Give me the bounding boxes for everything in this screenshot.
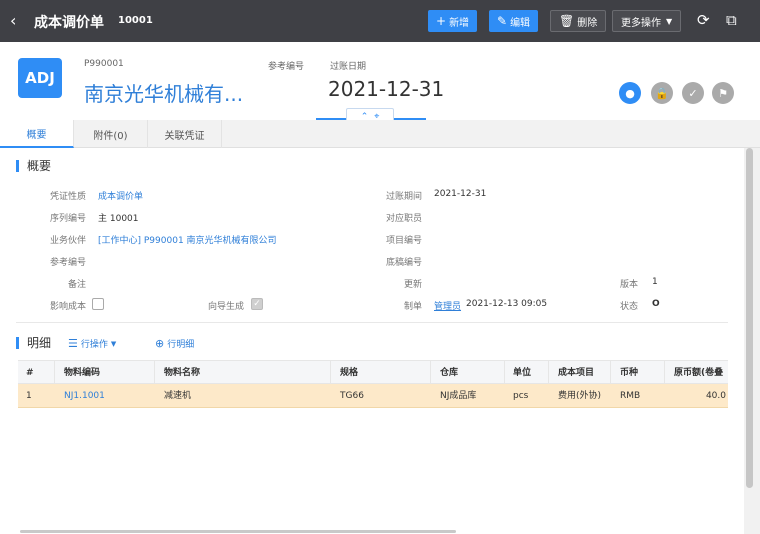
plus-icon: + bbox=[436, 14, 447, 28]
status-value: O bbox=[652, 299, 660, 309]
edit-button[interactable]: ✎ 编辑 bbox=[489, 10, 539, 32]
chevron-down-icon: ▼ bbox=[666, 16, 673, 26]
serial-value: 主 10001 bbox=[98, 214, 139, 224]
back-icon[interactable]: ‹ bbox=[10, 11, 16, 30]
wizard-generated-label: 向导生成 bbox=[207, 302, 244, 312]
original-amount: 40.0 bbox=[705, 391, 726, 401]
add-circle-icon: ⊕ bbox=[155, 337, 165, 350]
lock-icon[interactable]: 🔒 bbox=[651, 82, 673, 104]
column-separator bbox=[430, 361, 431, 385]
row-operations-menu[interactable]: ☰ 行操作 ▼ bbox=[68, 337, 116, 350]
top-bar: ‹ 成本调价单 10001 + 新增 ✎ 编辑 🗑 删除 更多操作 ▼ ⟳ ⧉ bbox=[0, 0, 760, 42]
column-separator bbox=[330, 361, 331, 385]
partner-code: P990001 bbox=[84, 59, 124, 69]
doc-number: 10001 bbox=[118, 15, 153, 26]
column-header: 单位 bbox=[513, 368, 532, 378]
tab-attachments[interactable]: 附件(0) bbox=[74, 120, 148, 148]
horizontal-scrollbar[interactable] bbox=[20, 530, 456, 533]
refresh-icon[interactable]: ⟳ bbox=[697, 11, 710, 29]
partner-name[interactable]: 南京光华机械有... bbox=[84, 78, 243, 107]
delete-button-label: 删除 bbox=[577, 17, 598, 29]
row-detail-label: 行明细 bbox=[167, 340, 195, 350]
ref-number-label: 参考编号 bbox=[268, 62, 305, 72]
period-label: 过账期间 bbox=[385, 192, 422, 202]
cost-item: 费用(外协) bbox=[558, 391, 602, 401]
tab-summary[interactable]: 概要 bbox=[0, 120, 74, 148]
version-label: 版本 bbox=[619, 280, 638, 290]
column-separator bbox=[54, 361, 55, 385]
trash-icon: 🗑 bbox=[559, 14, 575, 28]
new-button[interactable]: + 新增 bbox=[428, 10, 478, 32]
ref-number-field-label: 参考编号 bbox=[49, 258, 86, 268]
affect-cost-checkbox[interactable] bbox=[92, 298, 104, 310]
column-header: 物料编码 bbox=[64, 368, 101, 378]
detail-section-title: 明细 bbox=[16, 337, 51, 349]
item-name: 减速机 bbox=[164, 391, 192, 401]
summary-section-title: 概要 bbox=[16, 160, 51, 172]
column-header: 原币额(卷叠 bbox=[674, 368, 724, 378]
column-header: # bbox=[26, 368, 34, 378]
unit: pcs bbox=[513, 391, 529, 401]
column-separator bbox=[610, 361, 611, 385]
doc-type-avatar: ADJ bbox=[18, 58, 62, 98]
column-header: 规格 bbox=[340, 368, 359, 378]
column-separator bbox=[664, 361, 665, 385]
row-index: 1 bbox=[26, 391, 32, 401]
column-separator bbox=[154, 361, 155, 385]
item-spec: TG66 bbox=[340, 391, 364, 401]
table-header: # 物料编码 物料名称 规格 仓库 单位 成本项目 币种 原币额(卷叠 bbox=[18, 360, 728, 385]
status-label: 状态 bbox=[619, 302, 638, 312]
list-icon: ☰ bbox=[68, 337, 78, 350]
status-open-icon[interactable]: ● bbox=[619, 82, 641, 104]
tab-related-vouchers[interactable]: 关联凭证 bbox=[148, 120, 222, 148]
table-row[interactable]: 1 NJ1.1001 减速机 TG66 NJ成品库 pcs 费用(外协) RMB… bbox=[18, 384, 728, 408]
open-external-icon[interactable]: ⧉ bbox=[726, 11, 737, 29]
affect-cost-label: 影响成本 bbox=[49, 302, 86, 312]
remark-label: 备注 bbox=[67, 280, 86, 290]
more-actions-label: 更多操作 bbox=[621, 17, 661, 29]
column-separator bbox=[548, 361, 549, 385]
serial-label: 序列编号 bbox=[49, 214, 86, 224]
vertical-scrollbar-thumb[interactable] bbox=[746, 148, 753, 488]
period-value: 2021-12-31 bbox=[434, 189, 487, 199]
update-label: 更新 bbox=[403, 280, 422, 290]
delete-button[interactable]: 🗑 删除 bbox=[550, 10, 607, 32]
draft-label: 底稿编号 bbox=[385, 258, 422, 268]
project-label: 项目编号 bbox=[385, 236, 422, 246]
chevron-down-icon: ▼ bbox=[110, 339, 117, 348]
column-header: 物料名称 bbox=[164, 368, 201, 378]
column-header: 成本项目 bbox=[558, 368, 595, 378]
tab-bar: 概要 附件(0) 关联凭证 bbox=[0, 120, 760, 148]
maker-value[interactable]: 管理员 bbox=[434, 299, 461, 312]
approve-check-icon[interactable]: ✓ bbox=[682, 82, 704, 104]
new-button-label: 新增 bbox=[449, 17, 470, 29]
section-divider bbox=[16, 322, 728, 323]
partner-value[interactable]: [工作中心] P990001 南京光华机械有限公司 bbox=[98, 233, 277, 246]
wizard-generated-checkbox[interactable]: ✓ bbox=[251, 298, 263, 310]
post-date-value: 2021-12-31 bbox=[328, 77, 445, 101]
nature-label: 凭证性质 bbox=[49, 192, 86, 202]
currency: RMB bbox=[620, 391, 641, 401]
row-operations-label: 行操作 bbox=[80, 340, 108, 350]
nature-value[interactable]: 成本调价单 bbox=[98, 189, 143, 202]
maker-time: 2021-12-13 09:05 bbox=[466, 299, 548, 309]
more-actions-button[interactable]: 更多操作 ▼ bbox=[612, 10, 682, 32]
partner-label: 业务伙伴 bbox=[49, 236, 86, 246]
post-date-label: 过账日期 bbox=[330, 62, 367, 72]
warehouse: NJ成品库 bbox=[440, 391, 477, 401]
version-value: 1 bbox=[652, 277, 658, 287]
staff-label: 对应职员 bbox=[385, 214, 422, 224]
item-code[interactable]: NJ1.1001 bbox=[64, 384, 105, 408]
column-separator bbox=[504, 361, 505, 385]
maker-label: 制单 bbox=[403, 302, 422, 312]
edit-button-label: 编辑 bbox=[510, 17, 531, 29]
page-title: 成本调价单 bbox=[34, 15, 104, 31]
column-header: 仓库 bbox=[440, 368, 459, 378]
row-detail-button[interactable]: ⊕ 行明细 bbox=[155, 337, 194, 350]
column-header: 币种 bbox=[620, 368, 639, 378]
flag-icon[interactable]: ⚑ bbox=[712, 82, 734, 104]
edit-icon: ✎ bbox=[497, 14, 508, 28]
